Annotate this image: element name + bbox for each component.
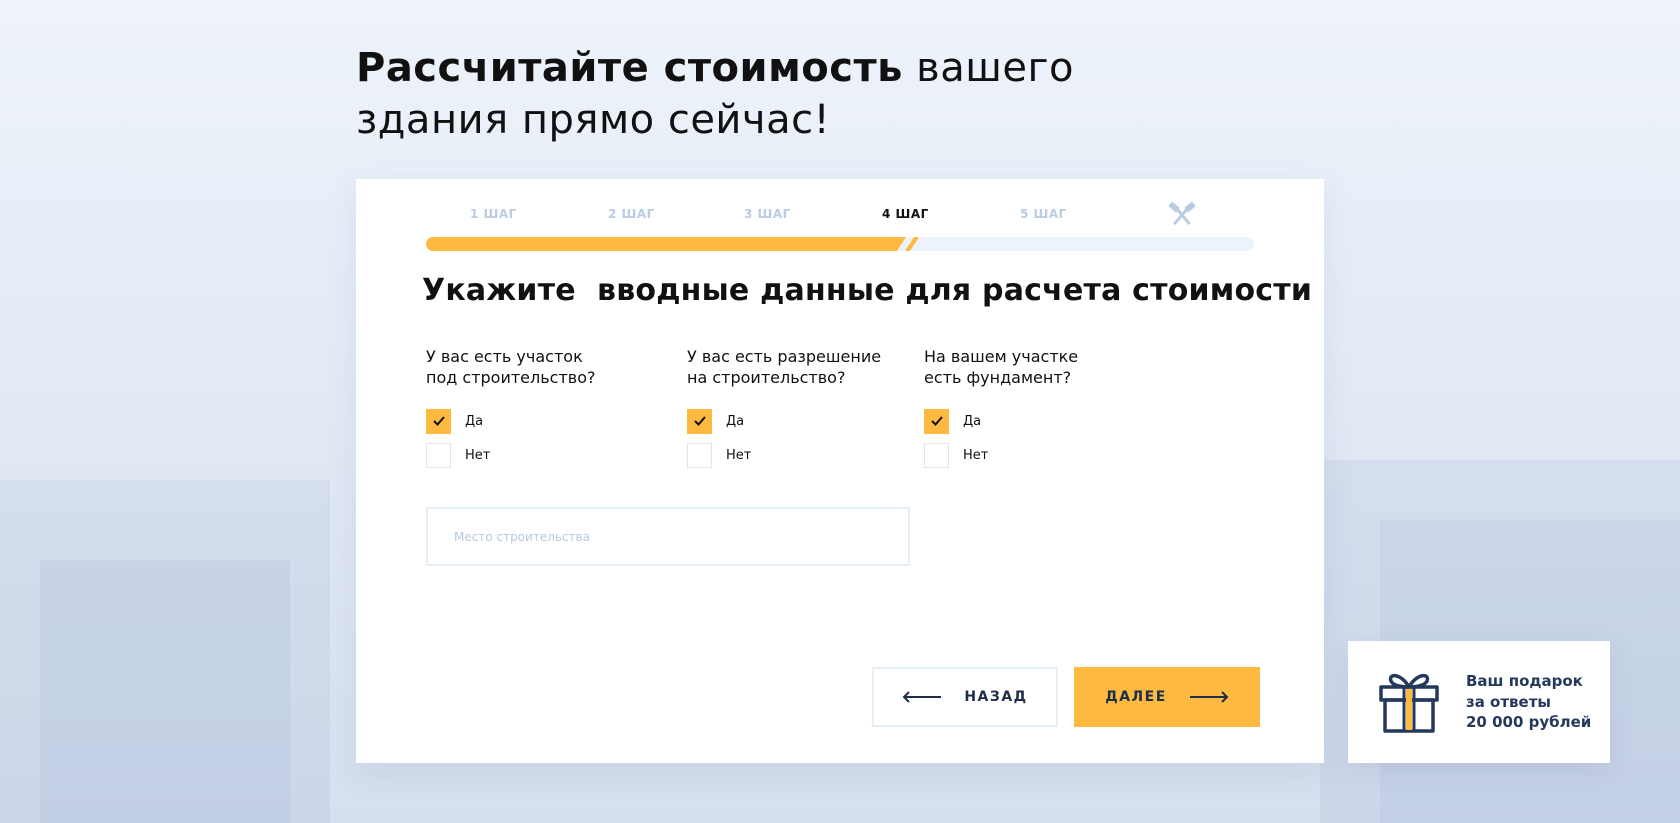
step-2: 2 ШАГ <box>608 207 655 221</box>
checkbox-q3-no[interactable] <box>924 442 949 468</box>
gift-text: Ваш подарок за ответы 20 000 рублей <box>1466 672 1592 731</box>
next-button[interactable]: ДАЛЕЕ <box>1074 667 1260 727</box>
question-label: На вашем участке есть фундамент? <box>924 347 1079 387</box>
option-no[interactable]: Нет <box>924 442 1144 468</box>
step-1: 1 ШАГ <box>470 207 517 221</box>
crossed-hammers-icon <box>1168 201 1196 226</box>
option-yes[interactable]: Да <box>924 408 1144 434</box>
headline-regular-1: вашего <box>902 45 1074 91</box>
checkbox-q3-yes[interactable] <box>924 408 949 434</box>
question-label: У вас есть участок под строительство? <box>426 347 596 387</box>
step-indicator: 1 ШАГ 2 ШАГ 3 ШАГ 4 ШАГ 5 ШАГ <box>426 201 1254 227</box>
step-3: 3 ШАГ <box>744 207 791 221</box>
question-land-plot: У вас есть участок под строительство? Да… <box>426 346 646 468</box>
progress-bar <box>426 237 1254 251</box>
gift-banner: Ваш подарок за ответы 20 000 рублей <box>1348 641 1610 763</box>
progress-notch <box>905 237 919 251</box>
page-headline: Рассчитайте стоимость вашего здания прямо… <box>356 42 1116 146</box>
headline-bold: Рассчитайте стоимость <box>356 45 903 91</box>
next-button-label: ДАЛЕЕ <box>1105 689 1167 705</box>
back-button-label: НАЗАД <box>964 689 1028 705</box>
step-5: 5 ШАГ <box>1020 207 1067 221</box>
back-button[interactable]: НАЗАД <box>872 667 1058 727</box>
gift-icon <box>1379 673 1439 733</box>
checkmark-icon <box>930 416 943 426</box>
arrow-right-icon <box>1189 691 1229 703</box>
option-label: Да <box>465 413 484 429</box>
headline-regular-2: здания прямо сейчас! <box>356 97 831 143</box>
form-title: Укажите вводные данные для расчета стоим… <box>422 273 1313 308</box>
option-label: Нет <box>726 447 752 463</box>
question-foundation: На вашем участке есть фундамент? Да Нет <box>924 346 1144 468</box>
option-label: Нет <box>963 447 989 463</box>
checkmark-icon <box>432 416 445 426</box>
option-label: Да <box>963 413 982 429</box>
checkbox-q2-no[interactable] <box>687 442 712 468</box>
question-permit: У вас есть разрешение на строительство? … <box>687 346 907 468</box>
option-no[interactable]: Нет <box>426 442 646 468</box>
option-yes[interactable]: Да <box>687 408 907 434</box>
option-yes[interactable]: Да <box>426 408 646 434</box>
option-label: Да <box>726 413 745 429</box>
checkbox-q2-yes[interactable] <box>687 408 712 434</box>
checkbox-q1-no[interactable] <box>426 442 451 468</box>
progress-fill <box>426 237 906 251</box>
construction-place-input[interactable] <box>426 507 910 566</box>
option-label: Нет <box>465 447 491 463</box>
calculator-card: 1 ШАГ 2 ШАГ 3 ШАГ 4 ШАГ 5 ШАГ Укажите вв… <box>356 179 1324 763</box>
step-4: 4 ШАГ <box>882 207 929 221</box>
arrow-left-icon <box>902 691 942 703</box>
option-no[interactable]: Нет <box>687 442 907 468</box>
checkmark-icon <box>693 416 706 426</box>
background-building-left-front <box>40 560 290 823</box>
checkbox-q1-yes[interactable] <box>426 408 451 434</box>
question-label: У вас есть разрешение на строительство? <box>687 347 882 387</box>
